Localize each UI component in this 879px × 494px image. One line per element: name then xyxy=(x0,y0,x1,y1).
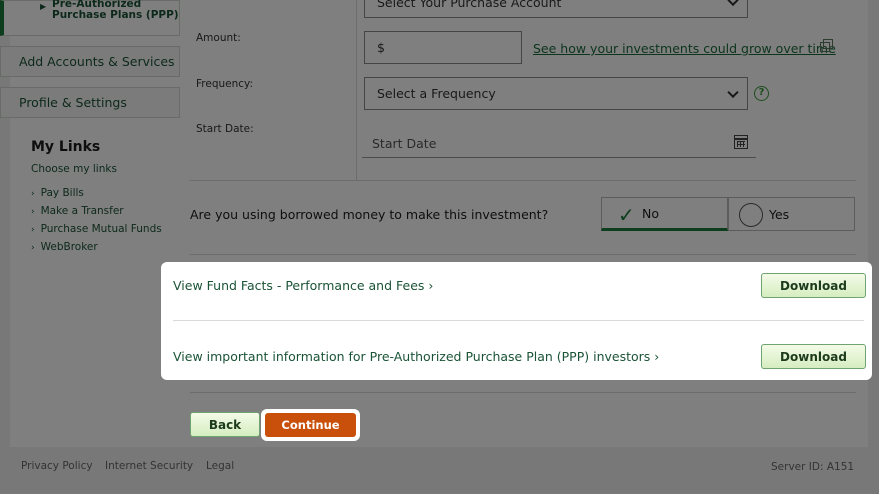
dim-overlay xyxy=(0,0,879,494)
back-button[interactable]: Back xyxy=(190,412,260,437)
fund-facts-link[interactable]: View Fund Facts - Performance and Fees › xyxy=(173,278,433,293)
ppp-info-link[interactable]: View important information for Pre-Autho… xyxy=(173,349,659,364)
chevron-right-icon: › xyxy=(654,349,660,364)
link-label: View important information for Pre-Autho… xyxy=(173,349,651,364)
footer-legal-link[interactable]: Legal xyxy=(206,460,234,472)
footer-privacy-link[interactable]: Privacy Policy xyxy=(21,460,93,472)
footer-security-link[interactable]: Internet Security xyxy=(105,460,193,472)
download-ppp-info-button[interactable]: Download xyxy=(761,344,866,369)
chevron-right-icon: › xyxy=(428,278,434,293)
download-fund-facts-button[interactable]: Download xyxy=(761,273,866,298)
server-id: Server ID: A151 xyxy=(771,461,855,473)
link-label: View Fund Facts - Performance and Fees xyxy=(173,278,425,293)
continue-button[interactable]: Continue xyxy=(265,413,356,437)
divider xyxy=(173,320,864,321)
